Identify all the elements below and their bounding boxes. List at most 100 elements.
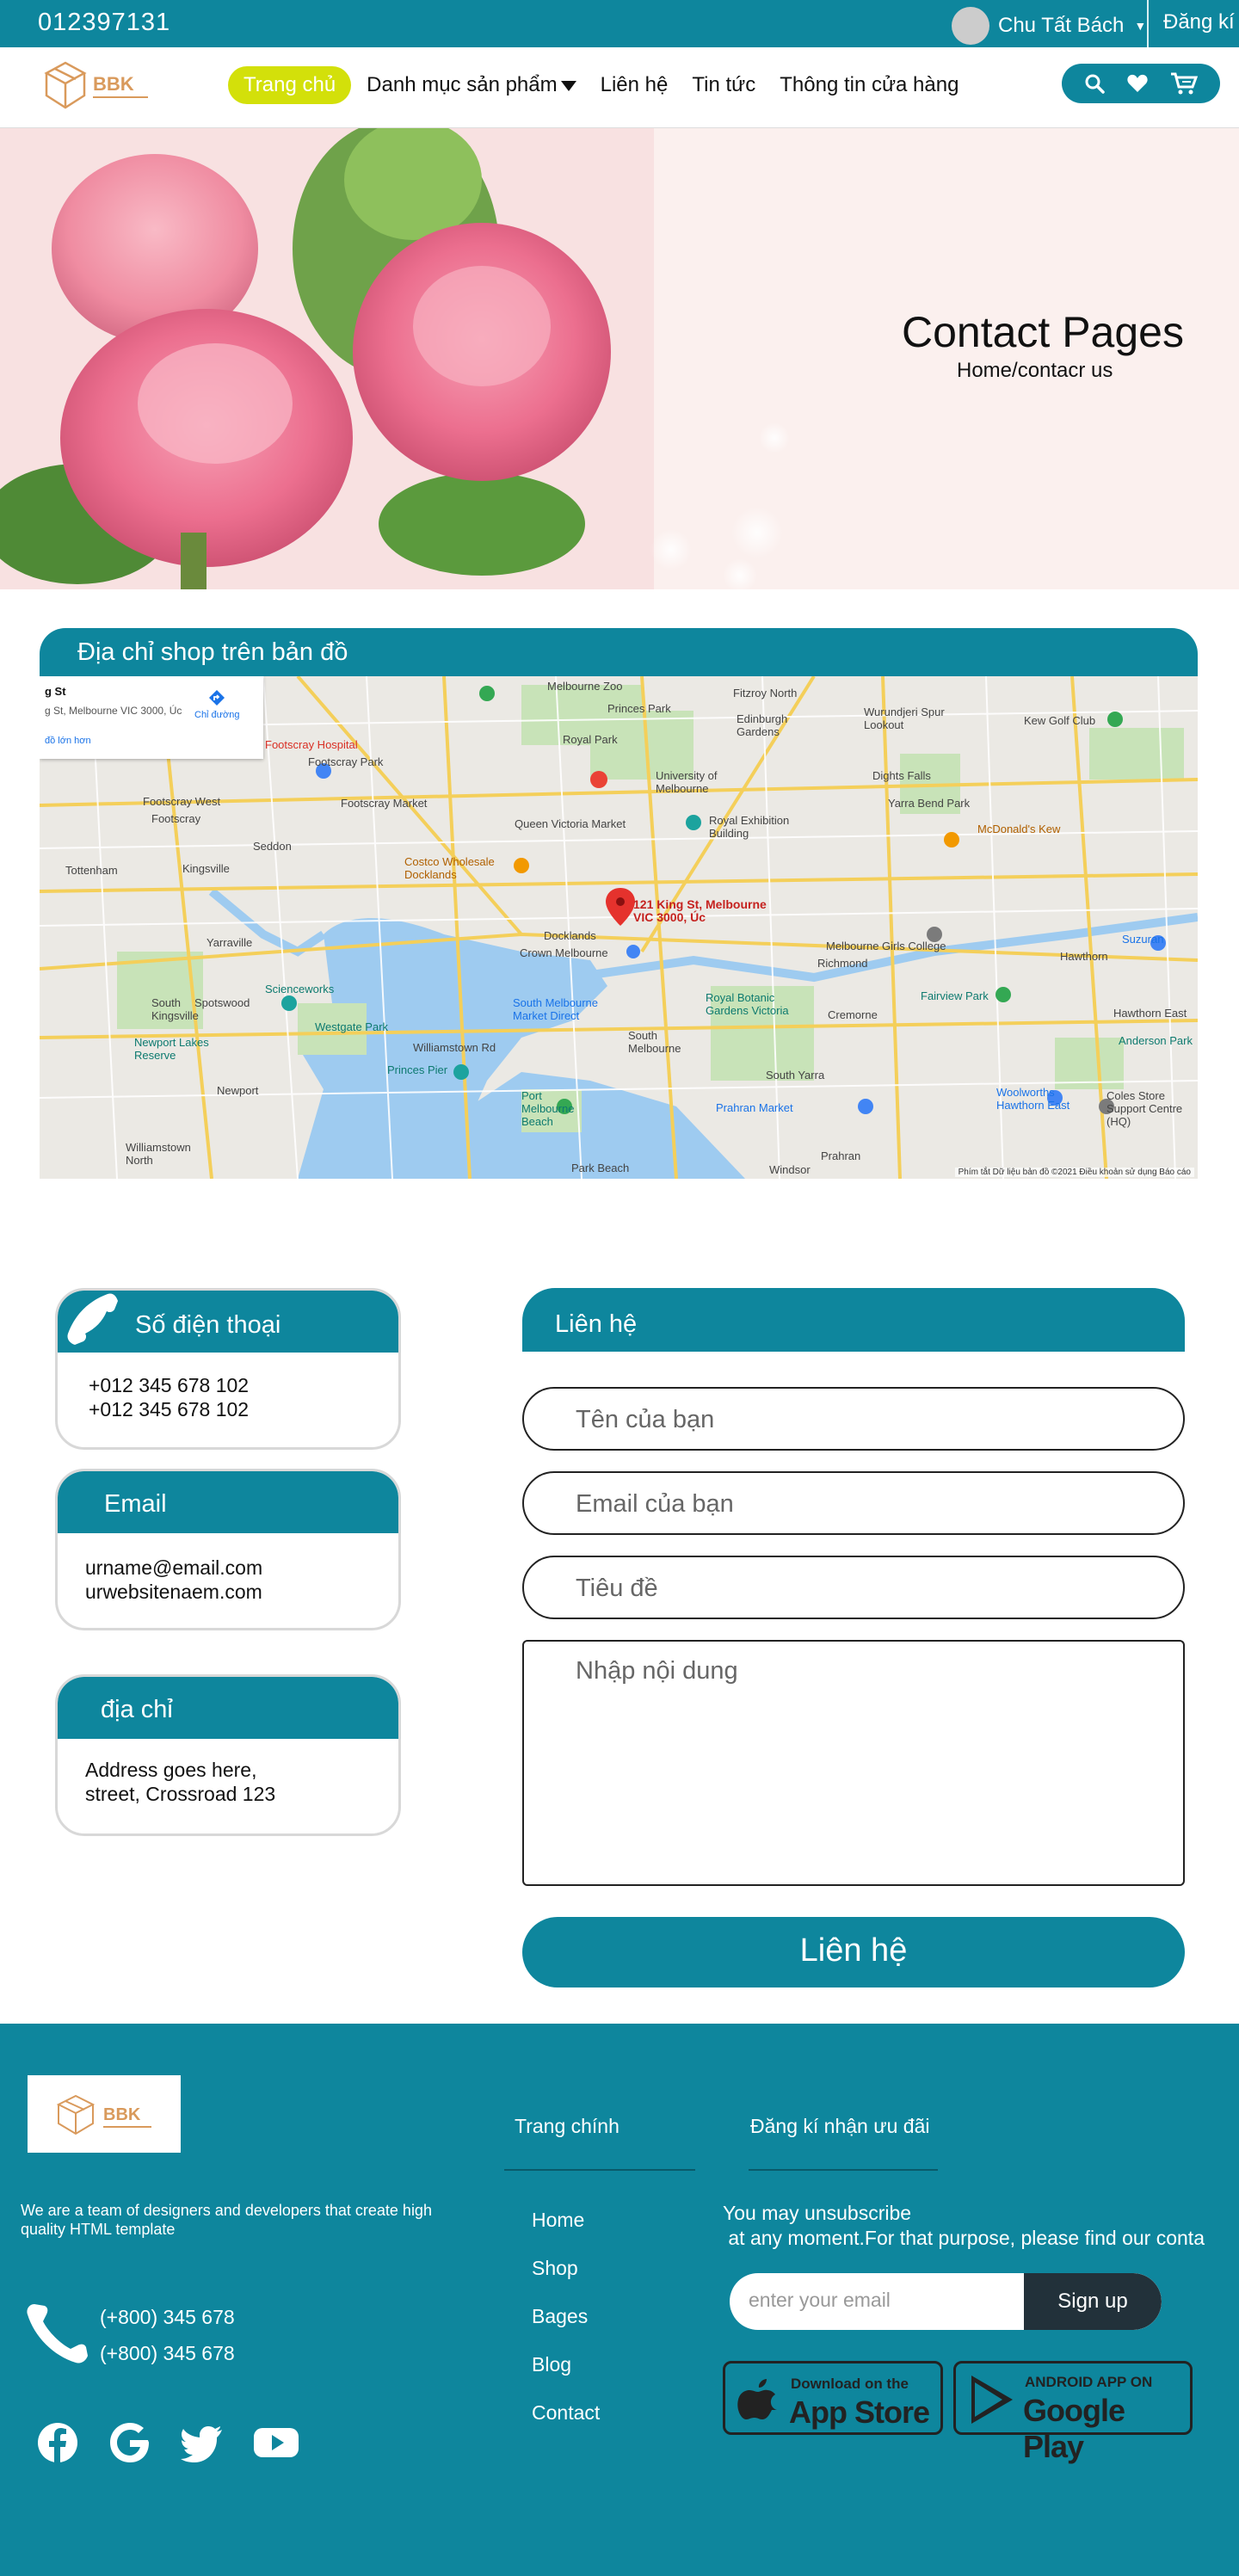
map-label: South Yarra — [766, 1069, 825, 1082]
map-label: Crown Melbourne — [520, 946, 608, 959]
nav-item-store-info[interactable]: Thông tin cửa hàng — [780, 73, 959, 97]
map-label: Newport Lakes Reserve — [134, 1036, 209, 1062]
main-nav: BBK Trang chủ Danh mục sản phẩm Liên hệ … — [0, 47, 1239, 128]
map-label: Scienceworks — [265, 983, 335, 995]
avatar[interactable] — [952, 7, 989, 45]
map-label: Yarra Bend Park — [888, 797, 971, 810]
facebook-icon[interactable] — [36, 2421, 79, 2464]
address-card-body: Address goes here, street, Crossroad 123 — [58, 1739, 398, 1806]
google-icon[interactable] — [108, 2421, 151, 2464]
name-input[interactable]: Tên của bạn — [522, 1387, 1185, 1451]
footer-link-contact[interactable]: Contact — [532, 2388, 600, 2437]
address-card-title: địa chỉ — [101, 1696, 173, 1723]
map-label: Port Melbourne Beach — [521, 1089, 575, 1128]
directions-label[interactable]: Chỉ đường — [194, 710, 240, 720]
map-label: Dights Falls — [872, 769, 931, 782]
nav-item-categories[interactable]: Danh mục sản phẩm — [367, 73, 576, 97]
user-name[interactable]: Chu Tất Bách — [998, 14, 1124, 38]
map-label: Woolworths Hawthorn East — [996, 1086, 1070, 1112]
map-info-card: g St g St, Melbourne VIC 3000, Úc đồ lớn… — [40, 676, 263, 759]
google-map[interactable]: 121 King St, Melbourne VIC 3000, Úc Melb… — [40, 676, 1198, 1179]
phone-line: +012 345 678 102 — [89, 1398, 250, 1420]
twitter-icon[interactable] — [181, 2421, 224, 2464]
map-label: South Kingsville — [151, 996, 199, 1022]
map-label: Royal Exhibition Building — [709, 814, 790, 840]
newsletter-email-input[interactable]: enter your email — [749, 2289, 891, 2312]
register-link[interactable]: Đăng kí — [1163, 10, 1235, 34]
top-bar: 012397131 Chu Tất Bách ▼ Đăng kí — [0, 0, 1239, 47]
footer-description: We are a team of designers and developer… — [21, 2202, 432, 2238]
logo[interactable]: BBK — [41, 58, 153, 113]
footer-link-shop[interactable]: Shop — [532, 2244, 600, 2292]
nav-item-contact[interactable]: Liên hệ — [601, 73, 669, 97]
caret-down-icon[interactable] — [560, 80, 576, 91]
nav-menu: Trang chủ Danh mục sản phẩm Liên hệ Tin … — [228, 66, 983, 104]
address-line: Address goes here, — [85, 1759, 257, 1781]
map-label: Fairview Park — [921, 989, 989, 1002]
email-card-title: Email — [104, 1490, 167, 1518]
app-store-badge[interactable]: Download on the App Store — [723, 2361, 943, 2435]
google-play-badge[interactable]: ANDROID APP ON Google Play — [953, 2361, 1193, 2464]
map-label: South Melbourne — [628, 1029, 681, 1055]
map-label: Hawthorn — [1060, 950, 1108, 963]
subject-input[interactable]: Tiêu đề — [522, 1556, 1185, 1619]
message-textarea[interactable]: Nhập nội dung — [522, 1640, 1185, 1886]
directions-icon[interactable] — [207, 688, 226, 707]
hero-banner: Contact Pages Home/contacr us — [0, 128, 1239, 589]
footer-logo-image[interactable]: BBK — [28, 2075, 181, 2153]
map-label: Coles Store Support Centre (HQ) — [1106, 1089, 1183, 1128]
map-pin-label: 121 King St, Melbourne VIC 3000, Úc — [633, 897, 767, 924]
cart-icon[interactable] — [1170, 71, 1198, 96]
heart-icon[interactable] — [1126, 73, 1149, 94]
map-label: Spotswood — [194, 996, 250, 1009]
signup-button[interactable]: Sign up — [1024, 2273, 1162, 2330]
footer-link-bages[interactable]: Bages — [532, 2292, 600, 2340]
map-label: Anderson Park — [1119, 1034, 1193, 1047]
map-label: Suzuran — [1122, 933, 1164, 946]
submit-contact-button[interactable]: Liên hệ — [522, 1917, 1185, 1987]
app-store-small-text[interactable]: Download on the — [791, 2376, 909, 2393]
map-label: Kew Golf Club — [1024, 714, 1096, 727]
map-label: Edinburgh Gardens — [737, 712, 788, 738]
footer-phone-line: (+800) 345 678 — [100, 2342, 235, 2364]
map-label: Footscray Market — [341, 797, 428, 810]
nav-item-home[interactable]: Trang chủ — [228, 66, 352, 104]
footer-phone-line: (+800) 345 678 — [100, 2306, 235, 2328]
footer-link-home[interactable]: Home — [532, 2196, 600, 2244]
directions-button[interactable]: Chỉ đường — [194, 688, 240, 720]
apple-icon[interactable] — [737, 2376, 779, 2424]
phone-card-head: Số điện thoại — [58, 1291, 398, 1353]
divider — [1147, 0, 1149, 47]
map-label: Footscray West — [143, 795, 221, 808]
email-line: urwebsitenaem.com — [85, 1581, 262, 1603]
map-label: Melbourne Girls College — [826, 940, 946, 952]
email-input[interactable]: Email của bạn — [522, 1471, 1185, 1535]
footer-phone-icon — [27, 2304, 89, 2363]
phone-card-title: Số điện thoại — [135, 1311, 281, 1339]
google-play-big-text[interactable]: Google Play — [1023, 2393, 1190, 2465]
divider — [749, 2169, 938, 2171]
search-icon[interactable] — [1084, 73, 1106, 94]
footer-phones: (+800) 345 678 (+800) 345 678 — [100, 2299, 235, 2371]
chevron-down-icon[interactable]: ▼ — [1134, 19, 1146, 33]
footer-logo-text: BBK — [103, 2105, 141, 2124]
google-play-icon[interactable] — [968, 2374, 1016, 2425]
map-label: Docklands — [544, 929, 596, 942]
footer-logo[interactable]: BBK — [28, 2075, 181, 2153]
footer-link-blog[interactable]: Blog — [532, 2340, 600, 2388]
user-menu[interactable]: Chu Tất Bách ▼ — [952, 7, 1146, 45]
nav-icon-group — [1062, 64, 1220, 103]
youtube-icon[interactable] — [253, 2421, 299, 2464]
google-play-small-text[interactable]: ANDROID APP ON — [1025, 2374, 1152, 2391]
app-store-big-text[interactable]: App Store — [789, 2394, 930, 2431]
address-card: địa chỉ Address goes here, street, Cross… — [55, 1674, 401, 1836]
map-label: Princes Pier — [387, 1063, 448, 1076]
map-label: Prahran — [821, 1149, 861, 1162]
nav-item-categories-label[interactable]: Danh mục sản phẩm — [367, 73, 557, 96]
nav-item-news[interactable]: Tin tức — [692, 73, 755, 97]
logo-text: BBK — [93, 73, 134, 95]
larger-map-link[interactable]: đồ lớn hơn — [45, 736, 258, 746]
phone-card: Số điện thoại +012 345 678 102 +012 345 … — [55, 1288, 401, 1450]
map-label: Princes Park — [607, 702, 671, 715]
map-footer[interactable]: Phím tắt Dữ liệu bản đồ ©2021 Điều khoản… — [954, 1168, 1194, 1177]
